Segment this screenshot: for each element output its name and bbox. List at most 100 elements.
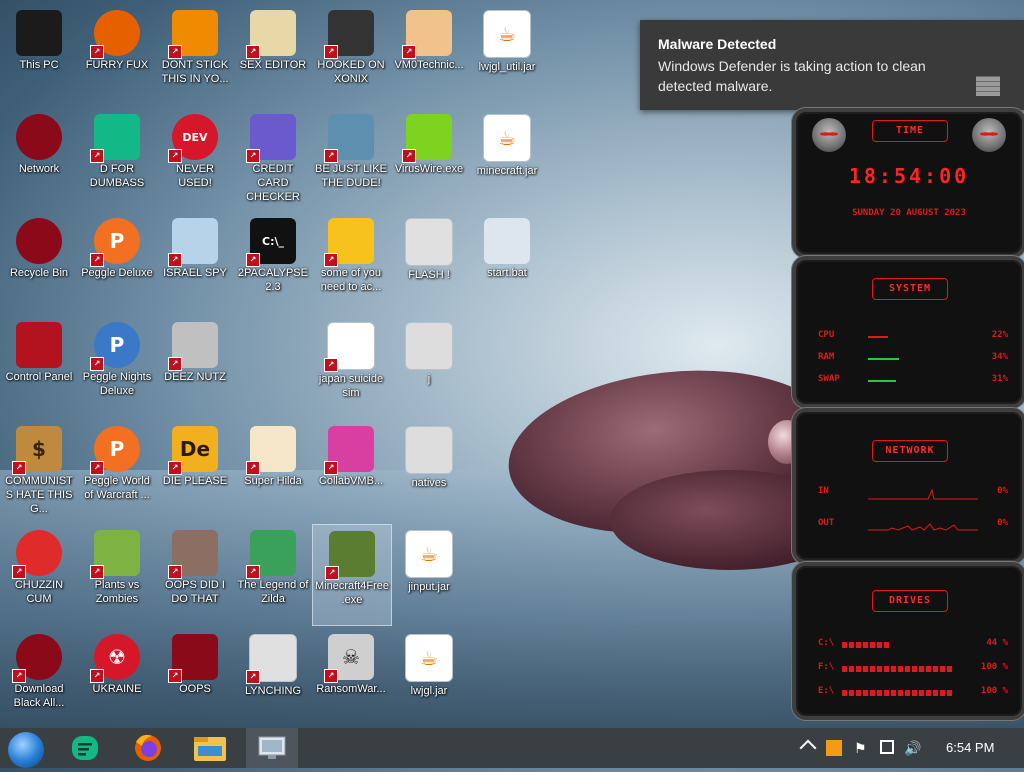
desktop-icon[interactable]: ↗ D FOR DUMBASS (78, 108, 156, 208)
portrait-icon: ↗ (168, 530, 218, 579)
network-row-value: 0% (997, 518, 1008, 528)
desktop-icon[interactable]: FLASH ! (390, 212, 468, 312)
taskbar-clock[interactable]: 6:54 PM (946, 728, 994, 768)
windows-stack-icon: ↗ (168, 322, 218, 371)
desktop-icon[interactable]: ☕ lwjgl.jar (390, 628, 468, 728)
desktop-icon[interactable]: De ↗ DIE PLEASE (156, 420, 234, 520)
taskbar-chat-button[interactable] (60, 728, 112, 768)
desktop-icon-label: Minecraft4Free.exe (315, 580, 389, 606)
desktop-icon[interactable]: Control Panel (0, 316, 78, 416)
desktop-icon[interactable]: ☕ lwjgl_util.jar (468, 4, 546, 104)
desktop-icon[interactable]: ↗ CollabVMB... (312, 420, 390, 520)
desktop-icon-label: start.bat (487, 267, 527, 279)
desktop-icon[interactable]: ☕ minecraft.jar (468, 108, 546, 208)
shortcut-arrow-icon: ↗ (12, 565, 26, 579)
desktop-icon[interactable]: C:\_ ↗ 2PACALYPSE 2.3 (234, 212, 312, 312)
peggle-icon: P ↗ (90, 426, 140, 475)
desktop-icon-label: DEEZ NUTZ (164, 371, 226, 383)
xonix-icon: ↗ (324, 10, 374, 59)
desktop-icon[interactable]: Recycle Bin (0, 212, 78, 312)
desktop-icon[interactable]: ↗ CREDIT CARD CHECKER (234, 108, 312, 208)
desktop-icon[interactable]: ↗ CHUZZIN CUM (0, 524, 78, 624)
desktop-icon[interactable]: ↗ Plants vs Zombies (78, 524, 156, 624)
shortcut-arrow-icon: ↗ (324, 358, 338, 372)
desktop-icon[interactable]: natives (390, 420, 468, 520)
shortcut-arrow-icon: ↗ (246, 670, 260, 684)
desktop-icon[interactable]: P ↗ Peggle Deluxe (78, 212, 156, 312)
desktop-icon-label: lwjgl.jar (410, 685, 448, 697)
desktop-icon[interactable]: ↗ Minecraft4Free.exe (312, 524, 392, 626)
desktop-icon[interactable]: ☢ ↗ UKRAINE (78, 628, 156, 728)
start-button[interactable] (0, 728, 52, 768)
taskbar-firefox-button[interactable] (122, 728, 174, 768)
network-tray-icon[interactable] (880, 740, 894, 754)
flag-icon[interactable]: ⚑ (854, 740, 870, 756)
shortcut-arrow-icon: ↗ (90, 669, 104, 683)
desktop-icon[interactable]: DEV ↗ NEVER USED! (156, 108, 234, 208)
desktop-icon[interactable]: j (390, 316, 468, 416)
desktop-icon[interactable]: ↗ japan suicide sim (312, 316, 390, 416)
desktop-icon-label: Plants vs Zombies (94, 579, 140, 605)
desktop-icon-label: japan suicide sim (318, 373, 384, 399)
desktop-icon[interactable]: ↗ OOPS DID I DO THAT (156, 524, 234, 624)
time-panel: TIME 18:54:00 SUNDAY 20 AUGUST 2023 (792, 108, 1024, 258)
desktop-icon[interactable]: ↗ Super Hilda (234, 420, 312, 520)
system-row-value: 22% (991, 330, 1008, 340)
desktop-icon-label: DONT STICK THIS IN YO... (161, 59, 229, 85)
system-panel-title: SYSTEM (872, 278, 948, 300)
widget-clock: 18:54:00 (848, 164, 970, 188)
desktop-icon[interactable]: ↗ HOOKED ON XONIX (312, 4, 390, 104)
notification-toast[interactable]: Malware Detected Windows Defender is tak… (640, 20, 1024, 110)
desktop-icon[interactable]: This PC (0, 4, 78, 104)
desktop-icon[interactable]: P ↗ Peggle World of Warcraft ... (78, 420, 156, 520)
desktop-icon-label: j (427, 373, 431, 385)
java-jar-icon: ☕ (405, 634, 453, 682)
shortcut-arrow-icon: ↗ (168, 669, 182, 683)
desktop-icon[interactable]: ↗ OOPS (156, 628, 234, 728)
system-row-bar (868, 358, 899, 360)
taskbar-control-panel-button[interactable] (246, 728, 298, 768)
system-row-ram: RAM 34% (818, 352, 1008, 366)
desktop-icon[interactable]: ☠ ↗ RansomWar... (312, 628, 390, 728)
pixel-character-icon: ↗ (246, 530, 296, 579)
desktop-icon-label: CHUZZIN CUM (14, 579, 64, 605)
drive-row-value: 44 % (986, 638, 1008, 648)
desktop-icon[interactable]: ↗ LYNCHING (234, 628, 312, 728)
gear-file-icon (484, 218, 530, 264)
chevron-up-icon[interactable] (799, 739, 817, 757)
desktop-icon[interactable]: ↗ FURRY FUX (78, 4, 156, 104)
desktop-icon[interactable]: ↗ DEEZ NUTZ (156, 316, 234, 416)
java-jar-icon: ☕ (405, 530, 453, 578)
shortcut-arrow-icon: ↗ (324, 669, 338, 683)
desktop-icon[interactable]: ↗ Download Black All... (0, 628, 78, 728)
peggle-icon: P ↗ (90, 218, 140, 267)
desktop-icon[interactable]: P ↗ Peggle Nights Deluxe (78, 316, 156, 416)
desktop-icon[interactable]: ↗ ISRAEL SPY (156, 212, 234, 312)
desktop-icon[interactable]: ↗ some of you need to ac... (312, 212, 390, 312)
desktop-icon-label: VirusWire.exe (394, 163, 464, 175)
shortcut-arrow-icon: ↗ (90, 357, 104, 371)
desktop-icon-label: Peggle Nights Deluxe (82, 371, 152, 397)
desktop-icon[interactable]: ↗ BE JUST LIKE THE DUDE! (312, 108, 390, 208)
taskbar-file-explorer-button[interactable] (184, 728, 236, 768)
shortcut-arrow-icon: ↗ (90, 149, 104, 163)
system-row-value: 34% (991, 352, 1008, 362)
system-monitor-widget[interactable]: TIME 18:54:00 SUNDAY 20 AUGUST 2023 SYST… (792, 108, 1024, 720)
desktop-icon[interactable]: Network (0, 108, 78, 208)
desktop-icon[interactable]: start.bat (468, 212, 546, 312)
desktop-icon[interactable]: ↗ DONT STICK THIS IN YO... (156, 4, 234, 104)
tray-app-icon[interactable] (826, 740, 842, 756)
desktop-icon[interactable]: ↗ VirusWire.exe (390, 108, 468, 208)
desktop-icon-label: 2PACALYPSE 2.3 (238, 267, 308, 293)
desktop-icon-label: HOOKED ON XONIX (317, 59, 385, 85)
desktop-icon[interactable]: ↗ VM0Technic... (390, 4, 468, 104)
speaker-icon[interactable]: 🔊 (904, 740, 921, 756)
desktop-icon-label: Recycle Bin (9, 267, 69, 279)
start-orb-icon (8, 732, 44, 768)
system-row-swap: SWAP 31% (818, 374, 1008, 388)
desktop-icon-label: DIE PLEASE (162, 475, 228, 487)
desktop-icon[interactable]: ☕ jinput.jar (390, 524, 468, 624)
desktop-icon[interactable]: ↗ The Legend of Zilda (234, 524, 312, 624)
desktop-icon[interactable]: $ ↗ COMMUNISTS HATE THIS G... (0, 420, 78, 520)
desktop-icon[interactable]: ↗ SEX EDITOR (234, 4, 312, 104)
